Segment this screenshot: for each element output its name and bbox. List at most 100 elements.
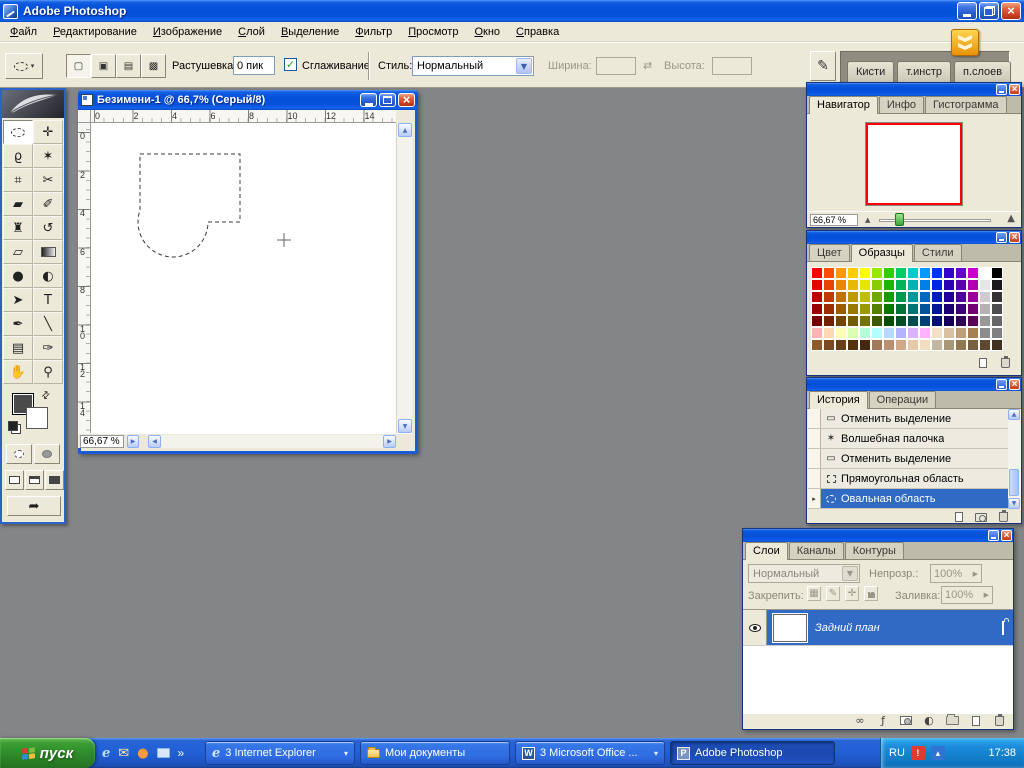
dropdown-arrow-icon[interactable] [842, 566, 858, 581]
swatch-6-11[interactable] [943, 339, 955, 351]
lock-paint-icon[interactable]: ✎ [826, 586, 840, 601]
swatch-3-15[interactable] [991, 303, 1003, 315]
swatch-5-9[interactable] [919, 327, 931, 339]
swatch-2-12[interactable] [955, 291, 967, 303]
tool-healing-brush[interactable]: ▰ [3, 192, 33, 216]
navigator-zoom-slider-thumb[interactable] [895, 213, 904, 226]
panel-minimize-button[interactable] [996, 232, 1007, 243]
swatch-6-0[interactable] [811, 339, 823, 351]
new-layer-button[interactable] [970, 715, 982, 727]
current-tool-button[interactable]: ▾ [5, 53, 43, 79]
swatch-4-15[interactable] [991, 315, 1003, 327]
swatch-1-9[interactable] [919, 279, 931, 291]
swatch-5-8[interactable] [907, 327, 919, 339]
tool-slice[interactable]: ✂ [33, 168, 63, 192]
delete-state-button[interactable] [997, 510, 1009, 523]
panel-close-button[interactable] [1009, 379, 1020, 390]
tool-line[interactable]: ╲ [33, 312, 63, 336]
standard-screen-button[interactable] [5, 470, 24, 490]
swatch-6-9[interactable] [919, 339, 931, 351]
swatch-0-0[interactable] [811, 267, 823, 279]
opacity-input[interactable]: 100% ▶ [930, 564, 982, 583]
swatch-1-13[interactable] [967, 279, 979, 291]
panel-minimize-button[interactable] [996, 379, 1007, 390]
tray-app-icon[interactable]: ▴ [930, 746, 945, 760]
swatch-2-9[interactable] [919, 291, 931, 303]
zoom-in-icon[interactable]: ▲ [1007, 213, 1015, 224]
swatch-0-1[interactable] [823, 267, 835, 279]
new-snapshot-button[interactable] [975, 511, 987, 523]
style-dropdown[interactable]: Нормальный [412, 56, 534, 76]
history-titlebar[interactable] [807, 378, 1021, 391]
swatch-4-3[interactable] [847, 315, 859, 327]
tool-magic-wand[interactable]: ✶ [33, 144, 63, 168]
swatch-2-14[interactable] [979, 291, 991, 303]
layers-tab-1[interactable]: Слои [745, 542, 788, 560]
tool-eraser[interactable]: ▱ [3, 240, 33, 264]
swatch-2-7[interactable] [895, 291, 907, 303]
language-indicator[interactable]: RU [889, 747, 905, 759]
link-button[interactable]: ∞ [854, 714, 866, 727]
doc-minimize-button[interactable] [360, 93, 377, 107]
swatch-2-4[interactable] [859, 291, 871, 303]
swatch-3-11[interactable] [943, 303, 955, 315]
document-titlebar[interactable]: Безимени-1 @ 66,7% (Серый/8) [78, 90, 418, 110]
quick-mask-mode-button[interactable] [34, 444, 60, 464]
swatch-3-7[interactable] [895, 303, 907, 315]
scroll-up-button[interactable] [398, 123, 412, 137]
menu-item-9[interactable]: Справка [508, 23, 567, 41]
navigator-zoom-field[interactable]: 66,67 % [810, 214, 858, 226]
history-item-4[interactable]: Прямоугольная область [808, 469, 1008, 489]
link-dimensions-icon[interactable]: ⇄ [643, 59, 652, 72]
feather-input[interactable]: 0 пик [233, 56, 275, 75]
swatch-3-2[interactable] [835, 303, 847, 315]
panel-minimize-button[interactable] [988, 530, 999, 541]
tool-eyedropper[interactable]: ✑ [33, 336, 63, 360]
quick-launch-media-player[interactable]: ● [137, 746, 148, 761]
swatch-6-2[interactable] [835, 339, 847, 351]
slider-popup-arrow-icon[interactable]: ▶ [984, 591, 989, 599]
slider-popup-arrow-icon[interactable]: ▶ [973, 570, 978, 578]
layer-row-background[interactable]: Задний план [743, 610, 1013, 646]
swatch-3-14[interactable] [979, 303, 991, 315]
swatch-4-0[interactable] [811, 315, 823, 327]
swatch-5-5[interactable] [871, 327, 883, 339]
swatch-1-2[interactable] [835, 279, 847, 291]
swatch-0-14[interactable] [979, 267, 991, 279]
swatch-3-6[interactable] [883, 303, 895, 315]
swatch-3-12[interactable] [955, 303, 967, 315]
lock-all-icon[interactable] [864, 586, 878, 601]
palette-well-tab-2[interactable]: т.инстр [897, 61, 951, 82]
swatch-6-10[interactable] [931, 339, 943, 351]
scroll-right-button[interactable] [383, 435, 396, 448]
swatch-5-12[interactable] [955, 327, 967, 339]
navigator-tab-3[interactable]: Гистограмма [925, 96, 1007, 113]
new-swatch-button[interactable] [977, 357, 989, 369]
swatch-4-6[interactable] [883, 315, 895, 327]
scroll-down-button[interactable] [1008, 498, 1020, 509]
navigator-tab-1[interactable]: Навигатор [809, 96, 878, 114]
default-colors-icon[interactable] [8, 421, 21, 434]
swatch-6-1[interactable] [823, 339, 835, 351]
history-source-cell[interactable]: ▸ [808, 489, 821, 508]
restore-button[interactable] [979, 2, 999, 20]
swatch-4-5[interactable] [871, 315, 883, 327]
group-dropdown-arrow-icon[interactable]: ▾ [654, 749, 658, 758]
vertical-scrollbar[interactable] [396, 123, 412, 433]
swatch-6-8[interactable] [907, 339, 919, 351]
quick-launch-internet-explorer[interactable]: e [102, 746, 110, 761]
swatch-1-5[interactable] [871, 279, 883, 291]
layer-thumbnail[interactable] [773, 613, 807, 642]
swatch-0-10[interactable] [931, 267, 943, 279]
swatch-2-10[interactable] [931, 291, 943, 303]
swatch-3-9[interactable] [919, 303, 931, 315]
swatch-4-10[interactable] [931, 315, 943, 327]
swatch-0-13[interactable] [967, 267, 979, 279]
tool-history-brush[interactable]: ↺ [33, 216, 63, 240]
tool-type[interactable]: T [33, 288, 63, 312]
swatch-1-0[interactable] [811, 279, 823, 291]
swatch-2-11[interactable] [943, 291, 955, 303]
swatch-6-4[interactable] [859, 339, 871, 351]
swatch-6-14[interactable] [979, 339, 991, 351]
swatch-0-3[interactable] [847, 267, 859, 279]
